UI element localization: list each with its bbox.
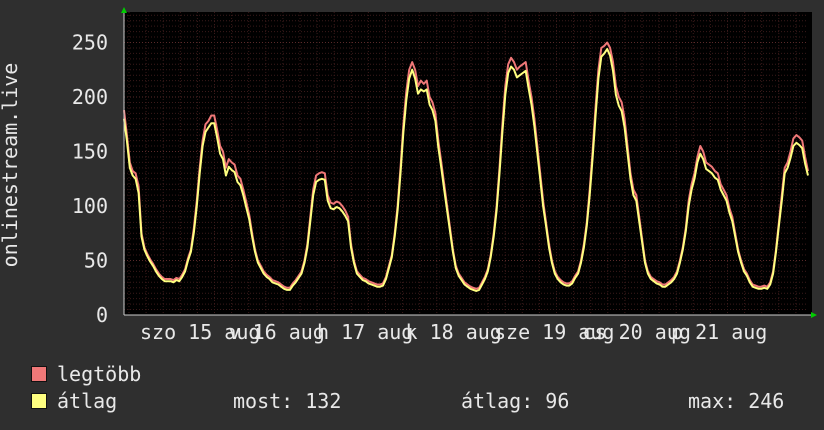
y-tick-label: 200 — [72, 85, 108, 109]
legend-swatch-avg — [31, 393, 47, 409]
y-tick-label: 0 — [96, 303, 108, 327]
x-tick-label: v 16 aug — [229, 320, 325, 344]
chart: 050100150200250szo 15 augv 16 augh 17 au… — [0, 7, 817, 344]
legend-item-max: legtöbb — [31, 362, 141, 386]
stat-current: most: 132 — [233, 389, 342, 413]
y-axis-label: onlinestream.live — [0, 63, 22, 268]
stat-average: átlag: 96 — [461, 389, 570, 413]
x-axis-arrow-icon — [811, 312, 817, 318]
x-tick-label: k 18 aug — [406, 320, 502, 344]
y-tick-label: 100 — [72, 194, 108, 218]
y-axis-arrow-icon — [121, 7, 127, 13]
y-tick-label: 150 — [72, 140, 108, 164]
y-tick-label: 50 — [84, 249, 108, 273]
legend-swatch-max — [31, 366, 47, 382]
legend-label-max: legtöbb — [57, 362, 142, 386]
y-tick-label: 250 — [72, 31, 108, 55]
x-tick-label: p 21 aug — [671, 320, 767, 344]
stat-max: max: 246 — [688, 389, 785, 413]
x-tick-label: h 17 aug — [317, 320, 413, 344]
legend-label-avg: átlag — [57, 389, 118, 413]
legend-item-avg: átlag — [31, 389, 117, 413]
